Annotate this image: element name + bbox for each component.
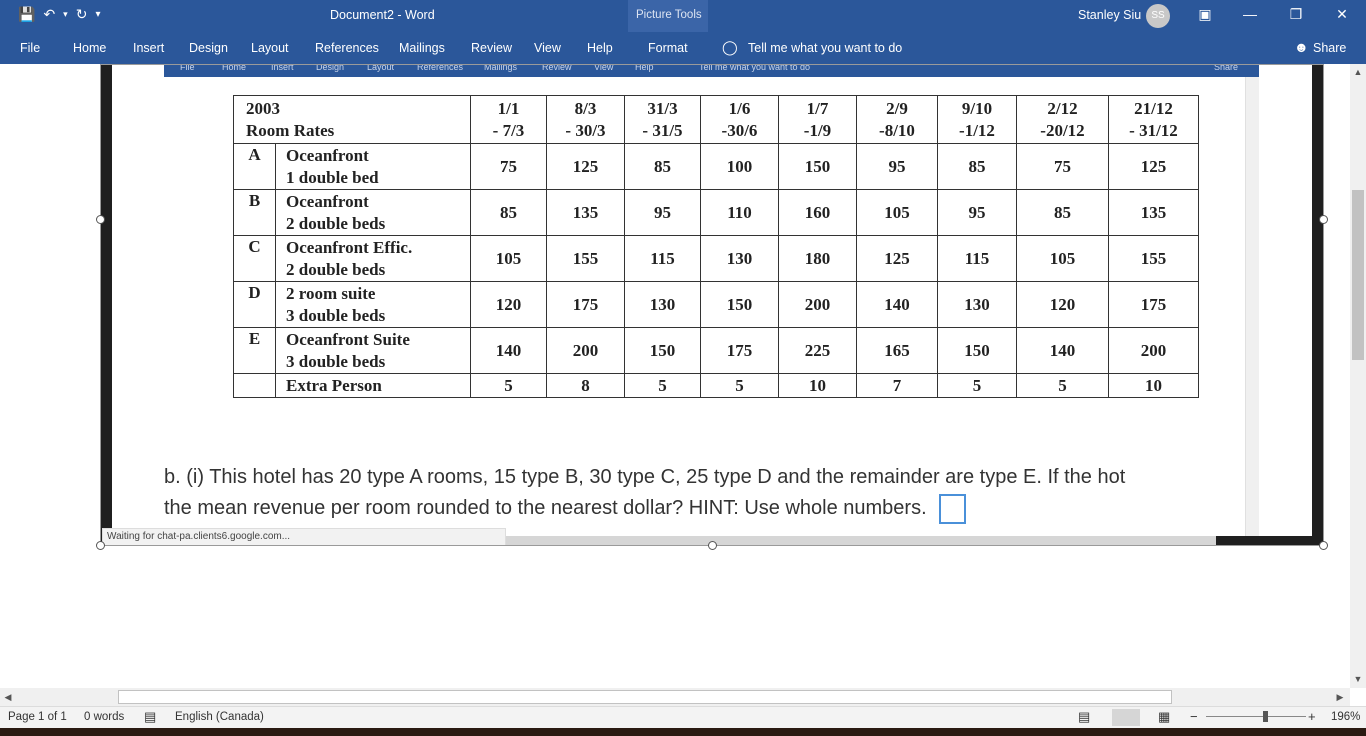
selection-frame (100, 64, 1324, 546)
status-bar: Page 1 of 1 0 words ▤ English (Canada) ▤… (0, 706, 1366, 728)
word-window: 💾 ↶ ▾ ↻ ▾ Document2 - Word Stanley Siu S… (0, 0, 1366, 736)
vertical-scrollbar[interactable] (1350, 64, 1366, 688)
save-icon[interactable]: 💾 (18, 6, 35, 23)
resize-handle[interactable] (96, 215, 105, 224)
scroll-right-icon[interactable]: ▶ (1334, 692, 1346, 703)
ribbon-display-options-icon[interactable]: ▣ (1195, 6, 1215, 23)
resize-handle[interactable] (96, 541, 105, 550)
undo-dropdown-icon[interactable]: ▾ (63, 9, 68, 20)
tab-mailings[interactable]: Mailings (399, 41, 445, 55)
zoom-in-icon[interactable]: + (1308, 709, 1316, 724)
scroll-down-icon[interactable]: ▼ (1352, 674, 1364, 684)
scroll-up-icon[interactable]: ▲ (1352, 67, 1364, 77)
tab-file[interactable]: File (20, 41, 40, 55)
word-count[interactable]: 0 words (84, 711, 124, 723)
avatar[interactable]: SS (1146, 4, 1170, 28)
tab-view[interactable]: View (534, 41, 561, 55)
tab-help[interactable]: Help (587, 41, 613, 55)
tab-design[interactable]: Design (189, 41, 228, 55)
resize-handle[interactable] (1319, 541, 1328, 550)
tab-references[interactable]: References (315, 41, 379, 55)
share-button[interactable]: Share (1313, 41, 1346, 55)
redo-icon[interactable]: ↻ (76, 6, 88, 23)
taskbar-strip (0, 728, 1366, 736)
user-name[interactable]: Stanley Siu (1078, 8, 1141, 22)
tab-insert[interactable]: Insert (133, 41, 164, 55)
resize-handle[interactable] (1319, 215, 1328, 224)
undo-icon[interactable]: ↶ (43, 6, 55, 23)
minimize-icon[interactable]: — (1240, 6, 1260, 22)
vertical-scroll-thumb[interactable] (1352, 190, 1364, 360)
zoom-out-icon[interactable]: − (1190, 709, 1198, 724)
resize-handle[interactable] (708, 541, 717, 550)
customize-qat-icon[interactable]: ▾ (95, 9, 100, 20)
zoom-slider-knob[interactable] (1263, 711, 1268, 722)
read-mode-icon[interactable]: ▤ (1078, 709, 1090, 725)
zoom-slider[interactable] (1206, 716, 1306, 717)
tab-format[interactable]: Format (648, 41, 688, 55)
language[interactable]: English (Canada) (175, 711, 264, 723)
tab-home[interactable]: Home (73, 41, 106, 55)
document-title: Document2 - Word (330, 8, 435, 22)
picture-tools-label: Picture Tools (636, 9, 702, 21)
close-icon[interactable]: ✕ (1332, 6, 1352, 23)
restore-icon[interactable]: ❐ (1286, 6, 1306, 23)
zoom-level[interactable]: 196% (1331, 711, 1360, 723)
print-layout-icon[interactable] (1112, 709, 1140, 726)
lightbulb-icon: ◯ (722, 39, 738, 55)
tab-review[interactable]: Review (471, 41, 512, 55)
tab-layout[interactable]: Layout (251, 41, 289, 55)
quick-access-toolbar: 💾 ↶ ▾ ↻ ▾ (18, 6, 100, 23)
scroll-left-icon[interactable]: ◀ (2, 692, 14, 703)
tell-me-search[interactable]: Tell me what you want to do (748, 41, 902, 55)
page-count[interactable]: Page 1 of 1 (8, 711, 67, 723)
web-layout-icon[interactable]: ▦ (1158, 709, 1170, 725)
person-icon: ☻ (1294, 39, 1309, 55)
horizontal-scroll-thumb[interactable] (118, 690, 1172, 704)
ribbon-tabs: File Home Insert Design Layout Reference… (0, 32, 1366, 64)
proofing-icon[interactable]: ▤ (144, 709, 156, 725)
